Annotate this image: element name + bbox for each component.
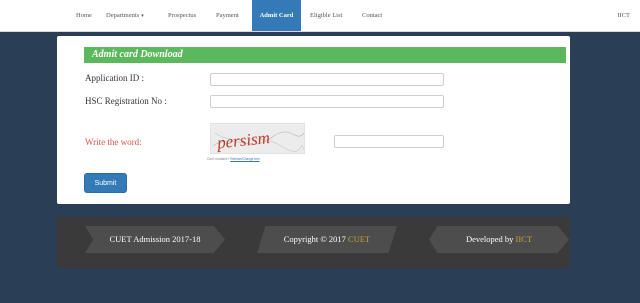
nav-brand-iict[interactable]: IICT — [617, 0, 630, 31]
captcha-label: Write the word: — [85, 137, 142, 147]
footer-cuet-link[interactable]: CUET — [348, 234, 370, 244]
top-navbar: Home Departments ▾ Prospectus Payment Adm… — [0, 0, 640, 32]
nav-item-departments-label: Departments — [106, 12, 140, 19]
footer: CUET Admission 2017-18 Copyright © 2017 … — [57, 217, 570, 268]
footer-admission: CUET Admission 2017-18 — [85, 226, 225, 253]
panel-header: Admit card Download — [84, 47, 566, 63]
application-id-label: Application ID : — [85, 73, 144, 83]
nav-item-departments[interactable]: Departments ▾ — [106, 0, 144, 31]
panel-title: Admit card Download — [92, 49, 183, 60]
hsc-registration-label: HSC Registration No : — [85, 96, 167, 106]
nav-item-eligible-list[interactable]: Eligible List — [310, 0, 342, 31]
chevron-down-icon: ▾ — [141, 14, 144, 19]
admit-card-panel: Admit card Download Application ID : HSC… — [57, 36, 570, 204]
captcha-refresh-link[interactable]: Refresh/Change text — [230, 157, 259, 161]
captcha-graphic: persism — [212, 128, 304, 153]
captcha-help-text: Can't readable? — [207, 157, 230, 161]
nav-item-contact[interactable]: Contact — [362, 0, 382, 31]
footer-copyright-text: Copyright © 2017 — [283, 234, 346, 244]
footer-iict-link[interactable]: IICT — [516, 234, 533, 244]
submit-button[interactable]: Submit — [84, 173, 127, 193]
captcha-image: persism — [210, 123, 305, 154]
nav-item-prospectus[interactable]: Prospectus — [168, 0, 196, 31]
captcha-answer-input[interactable] — [334, 135, 444, 148]
footer-developer: Developed by IICT — [429, 226, 569, 253]
hsc-registration-input[interactable] — [210, 95, 444, 108]
nav-item-payment[interactable]: Payment — [216, 0, 239, 31]
footer-copyright: Copyright © 2017 CUET — [257, 226, 397, 253]
nav-item-admit-card[interactable]: Admit Card — [252, 0, 301, 31]
application-id-input[interactable] — [210, 73, 444, 86]
captcha-word: persism — [215, 128, 271, 153]
nav-item-home[interactable]: Home — [76, 0, 92, 31]
captcha-help: Can't readable? Refresh/Change text — [207, 157, 260, 161]
footer-developer-text: Developed by — [465, 234, 514, 244]
